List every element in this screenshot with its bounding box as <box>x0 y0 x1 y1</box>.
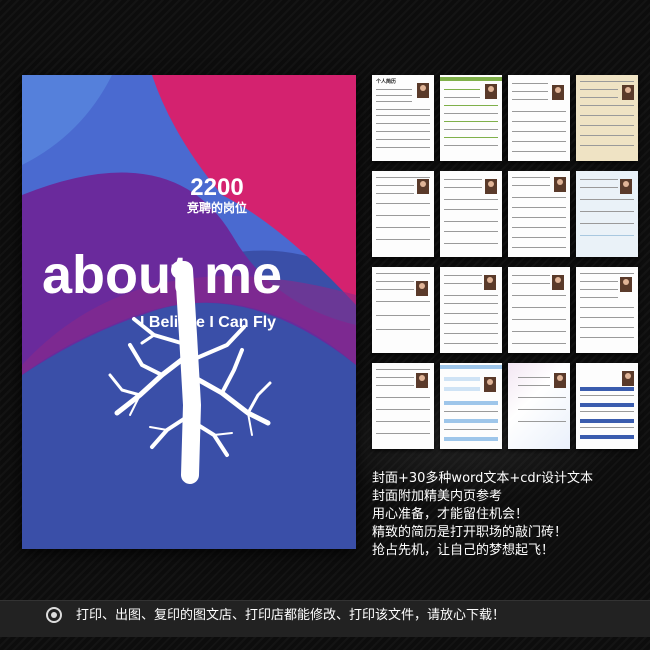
resume-thumbnail <box>508 171 570 257</box>
photo-placeholder <box>554 373 566 388</box>
resume-thumbnail <box>372 363 434 449</box>
resume-thumbnail <box>440 363 502 449</box>
photo-placeholder <box>622 371 634 386</box>
resume-thumbnail: 个人简历 <box>372 75 434 161</box>
photo-placeholder <box>417 179 429 194</box>
photo-placeholder <box>622 85 634 100</box>
resume-thumbnail <box>508 363 570 449</box>
photo-placeholder <box>484 275 496 290</box>
promo-text: 封面+30多种word文本+cdr设计文本 封面附加精美内页参考 用心准备，才能… <box>372 470 642 560</box>
footer-text: 打印、出图、复印的图文店、打印店都能修改、打印该文件，请放心下载！ <box>76 608 506 623</box>
promo-line: 封面+30多种word文本+cdr设计文本 <box>372 471 594 486</box>
resume-thumbnail <box>576 363 638 449</box>
resume-thumbnail <box>372 267 434 353</box>
cover-preview: 2200 竞聘的岗位 about me I Believe I Can Fly <box>22 75 356 549</box>
resume-thumbnail <box>576 171 638 257</box>
resume-thumbnail <box>372 171 434 257</box>
resume-thumbnail <box>508 267 570 353</box>
photo-placeholder <box>485 179 497 194</box>
photo-placeholder <box>417 83 429 98</box>
bullet-circle-icon <box>46 607 62 623</box>
resume-thumbnail <box>576 267 638 353</box>
resume-thumbnail-title: 个人简历 <box>376 79 397 85</box>
photo-placeholder <box>485 84 497 99</box>
promo-line: 精致的简历是打开职场的敲门砖！ <box>372 525 568 540</box>
photo-placeholder <box>416 373 428 388</box>
photo-placeholder <box>620 277 632 292</box>
resume-thumbnail <box>440 75 502 161</box>
resume-thumbnail <box>508 75 570 161</box>
photo-placeholder <box>554 177 566 192</box>
tree-roots-graphic <box>108 261 272 484</box>
photo-placeholder <box>620 179 632 194</box>
resume-thumbnail <box>440 171 502 257</box>
photo-placeholder <box>552 275 564 290</box>
promo-line: 用心准备，才能留住机会！ <box>372 507 529 522</box>
resume-thumbnail <box>440 267 502 353</box>
resume-thumbnail <box>576 75 638 161</box>
promo-line: 封面附加精美内页参考 <box>372 489 503 504</box>
photo-placeholder <box>484 377 496 392</box>
photo-placeholder <box>552 85 564 100</box>
photo-placeholder <box>416 281 428 296</box>
promo-line: 抢占先机，让自己的梦想起飞！ <box>372 543 555 558</box>
